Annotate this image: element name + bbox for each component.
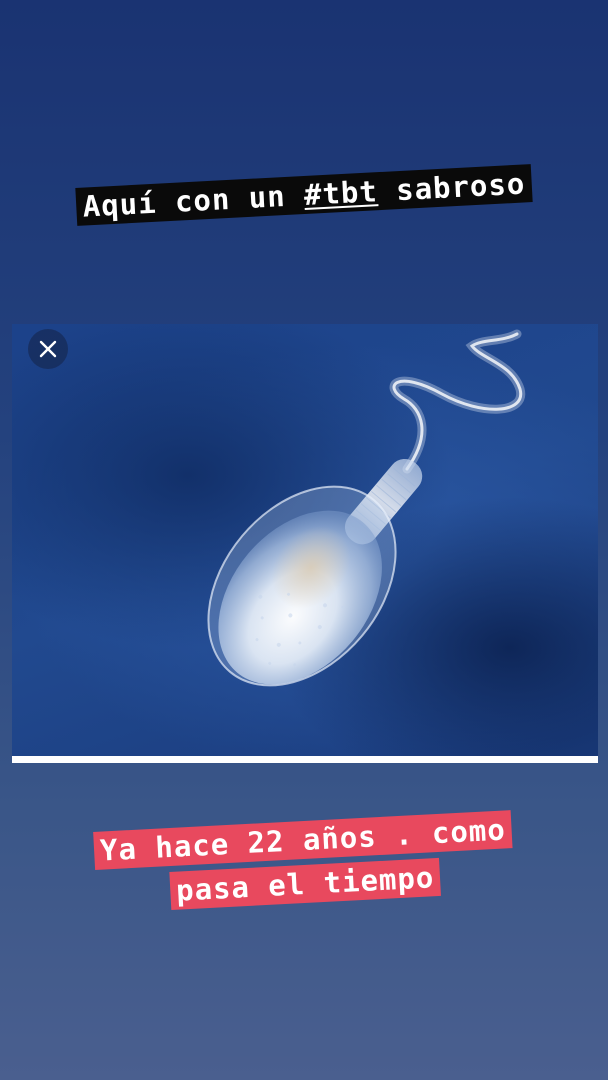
top-caption-before: Aquí con un [81, 178, 305, 224]
top-caption-text: Aquí con un #tbt sabroso [75, 164, 533, 226]
bottom-caption-line2: pasa el tiempo [169, 857, 442, 911]
bottom-caption: Ya hace 22 años . como pasa el tiempo [0, 802, 608, 922]
top-caption-after: sabroso [376, 166, 527, 209]
close-button[interactable] [28, 329, 68, 369]
photo-bottom-border [12, 756, 598, 763]
story-photo [12, 324, 598, 756]
top-caption: Aquí con un #tbt sabroso [0, 157, 608, 233]
bottom-caption-line1: Ya hace 22 años . como [93, 810, 513, 870]
hashtag-tbt[interactable]: #tbt [303, 174, 379, 212]
sperm-cell-illustration [207, 329, 526, 687]
close-icon [39, 340, 57, 358]
